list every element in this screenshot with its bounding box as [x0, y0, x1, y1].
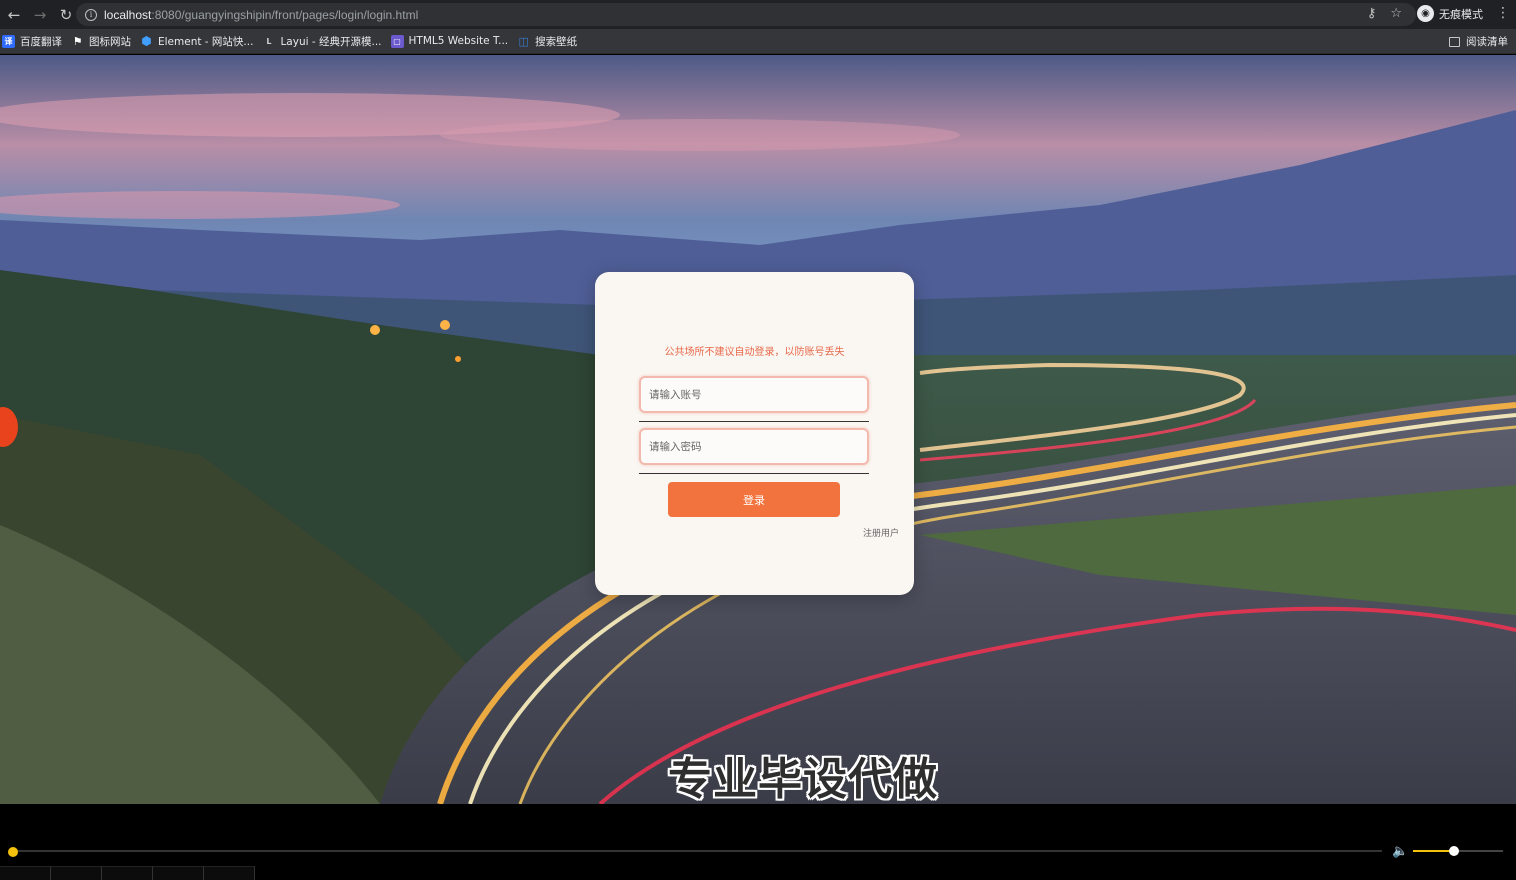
bookmark-item[interactable]: 译 百度翻译 [0, 29, 69, 54]
bookmark-label: 搜索壁纸 [535, 35, 578, 48]
flag-icon: ⚑ [72, 34, 83, 48]
password-input[interactable] [639, 428, 869, 465]
reading-list-button[interactable]: 阅读清单 [1449, 29, 1508, 54]
bookmark-item[interactable]: ▢ HTML5 Website T... [389, 29, 516, 54]
bookmark-label: 百度翻译 [20, 35, 62, 48]
register-link[interactable]: 注册用户 [863, 526, 899, 539]
url-path: :8080/guangyingshipin/front/pages/login/… [151, 7, 419, 22]
layui-icon: L [266, 36, 272, 46]
incognito-icon: ◉ [1417, 5, 1434, 22]
auto-login-warning: 公共场所不建议自动登录，以防账号丢失 [664, 347, 845, 358]
browser-menu-icon[interactable]: ⋮ [1496, 5, 1510, 21]
strip-segment [204, 866, 255, 880]
strip-segment [0, 866, 51, 880]
bookmark-label: Element - 网站快... [158, 35, 254, 48]
strip-segment [51, 866, 102, 880]
bookmarks-bar: 译 百度翻译 ⚑ 图标网站 ⬢ Element - 网站快... L Layui… [0, 29, 1516, 54]
username-field-group [639, 376, 869, 422]
back-icon[interactable]: ← [2, 3, 26, 27]
login-button[interactable]: 登录 [668, 482, 840, 517]
volume-icon[interactable]: 🔈 [1392, 844, 1408, 859]
element-hex-icon: ⬢ [141, 34, 152, 48]
baidu-translate-icon: 译 [2, 34, 15, 48]
login-card: 公共场所不建议自动登录，以防账号丢失 登录 注册用户 [595, 272, 914, 595]
username-input[interactable] [639, 376, 869, 413]
reload-icon[interactable]: ↻ [54, 3, 78, 27]
incognito-indicator[interactable]: ◉ 无痕模式 [1417, 5, 1483, 22]
progress-track[interactable] [12, 850, 1382, 852]
reading-list-label: 阅读清单 [1466, 36, 1508, 48]
reading-list-icon [1449, 36, 1460, 47]
password-divider [639, 473, 869, 474]
bookmark-item[interactable]: L Layui - 经典开源模... [260, 29, 388, 54]
address-bar[interactable]: i localhost:8080/guangyingshipin/front/p… [76, 3, 1416, 26]
strip-segment [102, 866, 153, 880]
bookmark-label: HTML5 Website T... [408, 35, 509, 47]
bookmark-item[interactable]: ◫ 搜索壁纸 [515, 29, 584, 54]
video-player-bar: 🔈 [0, 804, 1516, 880]
page-viewport: 公共场所不建议自动登录，以防账号丢失 登录 注册用户 专业毕设代做 [0, 55, 1516, 804]
url-host: localhost [104, 7, 152, 22]
volume-knob[interactable] [1448, 846, 1459, 856]
html5-template-icon: ▢ [390, 34, 404, 48]
watermark-text: 专业毕设代做 [668, 754, 938, 804]
wallpaper-search-icon: ◫ [518, 34, 529, 48]
key-icon[interactable]: ⚷ [1367, 6, 1377, 21]
progress-knob[interactable] [8, 847, 18, 857]
player-bottom-strip [0, 866, 1516, 880]
username-divider [639, 421, 869, 422]
bookmark-item[interactable]: ⬢ Element - 网站快... [138, 29, 260, 54]
bookmark-star-icon[interactable]: ☆ [1390, 6, 1402, 21]
password-field-group [639, 428, 869, 474]
bookmark-item[interactable]: ⚑ 图标网站 [69, 29, 138, 54]
forward-icon[interactable]: → [28, 3, 52, 27]
strip-segment [153, 866, 204, 880]
bookmark-label: Layui - 经典开源模... [280, 35, 382, 48]
bookmark-label: 图标网站 [89, 35, 131, 48]
volume-fill [1413, 850, 1454, 852]
browser-toolbar: ← → ↻ i localhost:8080/guangyingshipin/f… [0, 0, 1516, 29]
site-info-icon[interactable]: i [85, 8, 97, 21]
incognito-label: 无痕模式 [1439, 7, 1483, 21]
